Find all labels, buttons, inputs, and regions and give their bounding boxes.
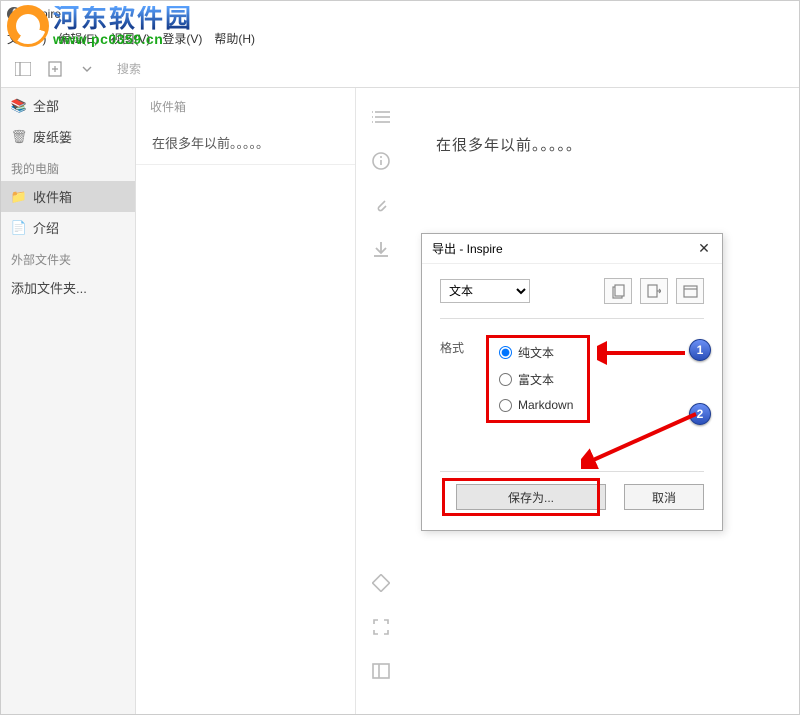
list-header: 收件箱 [136,88,355,121]
search-box [117,60,287,78]
format-radio-group: 纯文本 富文本 Markdown [486,335,590,423]
info-icon[interactable] [370,150,392,172]
menu-login[interactable]: 登录(V) [162,30,202,47]
save-as-button[interactable]: 保存为... [456,484,606,510]
sidebar-header-ext: 外部文件夹 [1,243,135,272]
list-item[interactable]: 在很多年以前。。。。。 [136,121,355,165]
menu-file[interactable]: 文件(F) [7,30,46,47]
fullscreen-icon[interactable] [370,616,392,638]
sidebar-toggle-icon[interactable] [11,57,35,81]
attach-icon[interactable] [370,194,392,216]
arrow-down-icon[interactable] [75,57,99,81]
sidebar-item-add-folder[interactable]: 添加文件夹... [1,272,135,303]
app-icon: f [7,7,21,21]
menu-view[interactable]: 视图(V) [110,30,150,47]
sidebar-item-label: 添加文件夹... [11,278,87,297]
sidebar-item-inbox[interactable]: 📁 收件箱 [1,181,135,212]
sidebar-item-label: 废纸篓 [33,127,72,146]
sidebar-item-intro[interactable]: 📄 介绍 [1,212,135,243]
annotation-badge-1: 1 [689,339,711,361]
dialog-titlebar: 导出 - Inspire ✕ [422,234,722,264]
list-pane: 收件箱 在很多年以前。。。。。 [136,88,356,714]
export-file-icon[interactable] [640,278,668,304]
copy-icon[interactable] [604,278,632,304]
trash-icon: 🗑 [11,129,27,145]
radio-plain[interactable]: 纯文本 [499,344,573,361]
toolbar [1,50,799,88]
sidebar-item-all[interactable]: 📚 全部 [1,90,135,121]
export-dialog: 导出 - Inspire ✕ 文本 格式 纯文本 [421,233,723,531]
export-type-select[interactable]: 文本 [440,279,530,303]
stack-icon: 📚 [11,98,27,114]
sidebar-item-label: 全部 [33,96,59,115]
search-input[interactable] [117,62,287,76]
close-icon[interactable]: ✕ [694,239,714,259]
cancel-button[interactable]: 取消 [624,484,704,510]
sidebar-item-trash[interactable]: 🗑 废纸篓 [1,121,135,152]
radio-rich[interactable]: 富文本 [499,371,573,388]
sidebar-item-label: 收件箱 [33,187,72,206]
format-label: 格式 [440,335,464,423]
titlebar: f Inspire [1,1,799,26]
menu-edit[interactable]: 编辑(E) [58,30,98,47]
annotation-badge-2: 2 [689,403,711,425]
radio-md-input[interactable] [499,399,512,412]
doc-icon: 📄 [11,220,27,236]
sidebar-item-label: 介绍 [33,218,59,237]
folder-icon: 📁 [11,189,27,205]
menubar: 文件(F) 编辑(E) 视图(V) 登录(V) 帮助(H) [1,26,799,50]
sidebar: 📚 全部 🗑 废纸篓 我的电脑 📁 收件箱 📄 介绍 外部文件夹 添加文件夹..… [1,88,136,714]
window-title: Inspire [25,7,61,21]
window-icon[interactable] [676,278,704,304]
dialog-title: 导出 - Inspire [432,240,503,257]
download-icon[interactable] [370,238,392,260]
radio-markdown[interactable]: Markdown [499,398,573,412]
radio-rich-input[interactable] [499,373,512,386]
sidebar-header-pc: 我的电脑 [1,152,135,181]
list-icon[interactable] [370,106,392,128]
rotate-icon[interactable] [370,572,392,594]
radio-plain-input[interactable] [499,346,512,359]
new-doc-icon[interactable] [43,57,67,81]
content-tools [356,88,406,714]
menu-help[interactable]: 帮助(H) [214,30,255,47]
split-icon[interactable] [370,660,392,682]
